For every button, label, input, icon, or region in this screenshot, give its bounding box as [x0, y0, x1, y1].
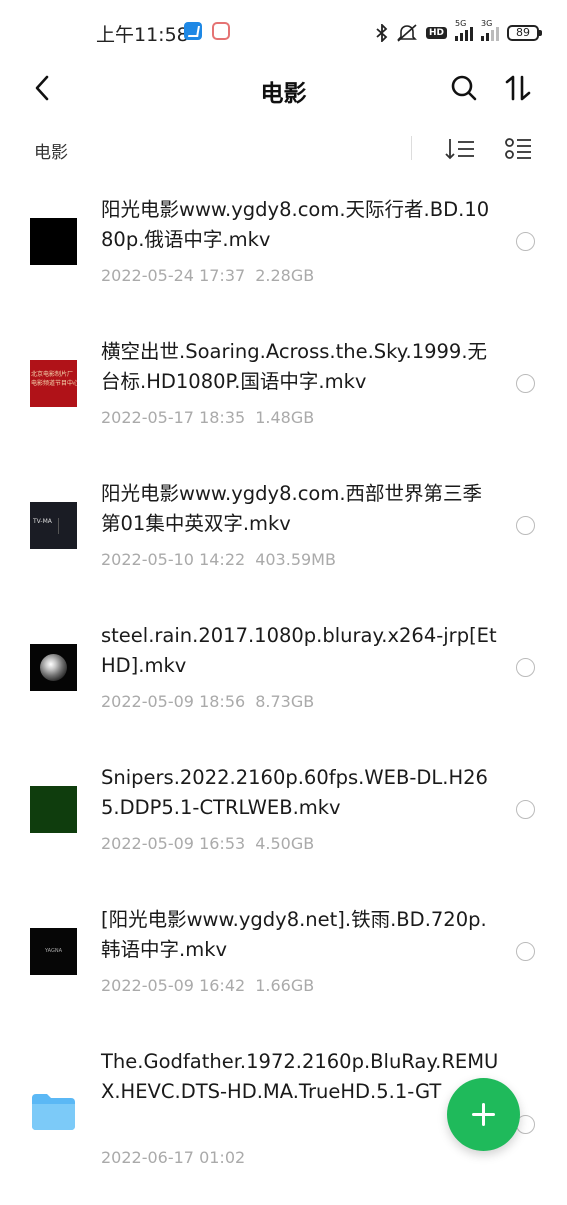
file-size: 2.28GB	[255, 266, 315, 285]
view-mode-icon[interactable]	[503, 136, 533, 162]
file-meta: 2022-05-24 17:37 2.28GB	[101, 266, 314, 285]
status-icons: HD 5G 3G 89	[376, 19, 542, 44]
divider	[411, 136, 412, 160]
video-thumbnail: TV-MA	[30, 502, 77, 549]
file-date: 2022-05-09 16:42	[101, 976, 246, 995]
video-thumbnail	[30, 786, 77, 833]
file-meta: 2022-05-09 16:42 1.66GB	[101, 976, 314, 995]
file-meta: 2022-05-17 18:35 1.48GB	[101, 408, 314, 427]
app-header: 电影	[0, 64, 567, 112]
file-name: 横空出世.Soaring.Across.the.Sky.1999.无台标.HD1…	[101, 340, 488, 393]
file-date: 2022-05-10 14:22	[101, 550, 246, 569]
file-date: 2022-06-17 01:02	[101, 1148, 246, 1167]
video-thumbnail: YAGNA	[30, 928, 77, 975]
folder-icon	[32, 1094, 75, 1130]
file-size: 1.48GB	[255, 408, 315, 427]
file-size: 4.50GB	[255, 834, 315, 853]
file-name: 阳光电影www.ygdy8.com.西部世界第三季第01集中英双字.mkv	[101, 482, 483, 535]
file-size: 8.73GB	[255, 692, 315, 711]
file-meta: 2022-06-17 01:02	[101, 1148, 245, 1167]
file-date: 2022-05-09 16:53	[101, 834, 246, 853]
file-row[interactable]: YAGNA [阳光电影www.ygdy8.net].铁雨.BD.720p.韩语中…	[0, 890, 567, 1032]
app-notification-icon	[184, 22, 202, 40]
thumbnail-text: 北京电影制片厂	[31, 371, 74, 378]
file-date: 2022-05-09 18:56	[101, 692, 246, 711]
thumbnail-text: TV-MA	[33, 518, 52, 525]
network-type-label: 5G	[455, 19, 467, 28]
file-name: [阳光电影www.ygdy8.net].铁雨.BD.720p.韩语中字.mkv	[101, 908, 487, 961]
file-meta: 2022-05-10 14:22 403.59MB	[101, 550, 336, 569]
file-name: 阳光电影www.ygdy8.com.天际行者.BD.1080p.俄语中字.mkv	[101, 198, 490, 251]
file-name: Snipers.2022.2160p.60fps.WEB-DL.H265.DDP…	[101, 766, 488, 819]
file-row[interactable]: Snipers.2022.2160p.60fps.WEB-DL.H265.DDP…	[0, 748, 567, 890]
status-bar: 上午11:58 HD 5G 3G 89	[0, 0, 567, 64]
status-time: 上午11:58	[96, 24, 189, 46]
file-row[interactable]: TV-MA 阳光电影www.ygdy8.com.西部世界第三季第01集中英双字.…	[0, 464, 567, 606]
file-date: 2022-05-17 18:35	[101, 408, 246, 427]
file-meta: 2022-05-09 16:53 4.50GB	[101, 834, 314, 853]
mute-bell-icon	[397, 24, 417, 42]
hd-voice-icon: HD	[425, 27, 447, 39]
file-meta: 2022-05-09 18:56 8.73GB	[101, 692, 314, 711]
breadcrumb[interactable]: 电影	[34, 138, 68, 163]
sort-order-icon[interactable]	[444, 136, 476, 162]
signal-icon: 5G	[455, 19, 473, 41]
page-title: 电影	[260, 81, 307, 107]
video-thumbnail: 北京电影制片厂 电影频道节目中心	[30, 360, 77, 407]
select-radio[interactable]	[516, 658, 535, 677]
select-radio[interactable]	[516, 374, 535, 393]
add-fab-button[interactable]	[447, 1078, 520, 1151]
select-radio[interactable]	[516, 516, 535, 535]
bluetooth-icon	[376, 24, 388, 42]
file-size: 403.59MB	[255, 550, 336, 569]
file-size: 1.66GB	[255, 976, 315, 995]
app-notification-icon	[212, 22, 230, 40]
file-row[interactable]: 阳光电影www.ygdy8.com.天际行者.BD.1080p.俄语中字.mkv…	[0, 180, 567, 322]
file-name: The.Godfather.1972.2160p.BluRay.REMUX.HE…	[101, 1050, 499, 1103]
sort-icon[interactable]	[503, 73, 533, 103]
file-row[interactable]: 北京电影制片厂 电影频道节目中心 横空出世.Soaring.Across.the…	[0, 322, 567, 464]
select-radio[interactable]	[516, 942, 535, 961]
file-name: steel.rain.2017.1080p.bluray.x264-jrp[Et…	[101, 624, 497, 677]
thumbnail-text: 电影频道节目中心	[31, 380, 77, 387]
file-list: 阳光电影www.ygdy8.com.天际行者.BD.1080p.俄语中字.mkv…	[0, 180, 567, 1202]
file-row[interactable]: steel.rain.2017.1080p.bluray.x264-jrp[Et…	[0, 606, 567, 748]
search-icon[interactable]	[450, 74, 478, 102]
network-type-label: 3G	[481, 19, 493, 28]
battery-icon: 89	[507, 25, 542, 41]
select-radio[interactable]	[516, 232, 535, 251]
video-thumbnail	[30, 218, 77, 265]
path-toolbar: 电影	[0, 128, 567, 168]
file-date: 2022-05-24 17:37	[101, 266, 246, 285]
signal-icon: 3G	[481, 19, 499, 41]
video-thumbnail	[30, 644, 77, 691]
select-radio[interactable]	[516, 800, 535, 819]
thumbnail-text: YAGNA	[44, 948, 63, 954]
